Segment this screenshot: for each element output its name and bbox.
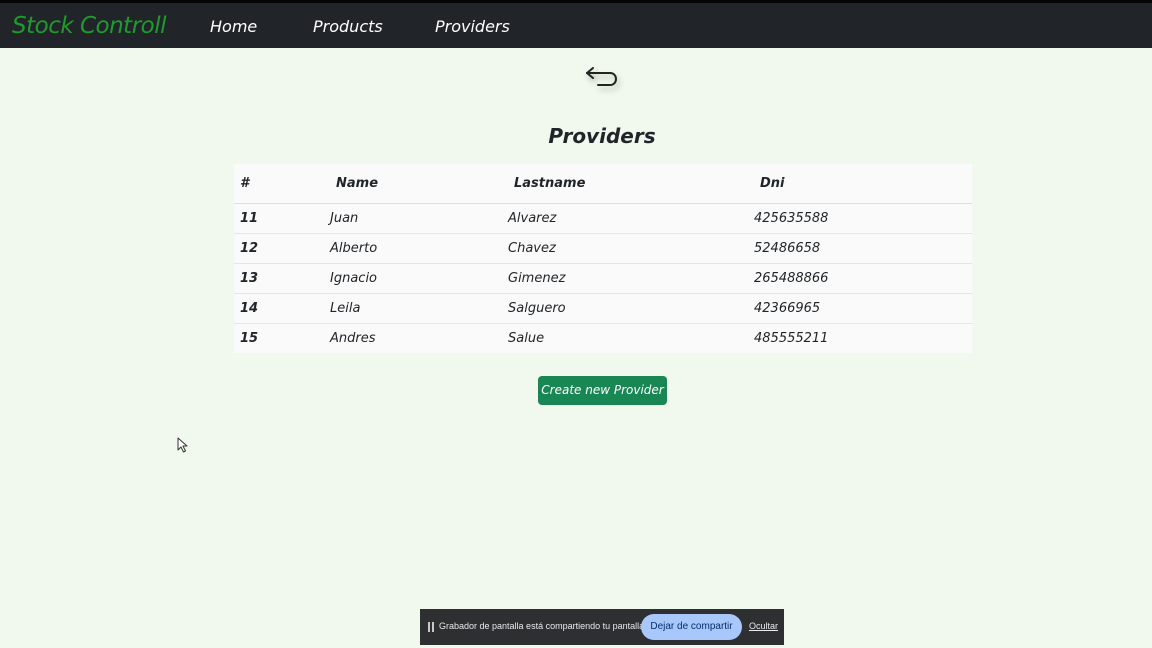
nav-products-link[interactable]: Products	[313, 17, 383, 36]
hide-link[interactable]: Ocultar	[749, 621, 778, 631]
cell-name: Juan	[330, 203, 508, 234]
nav-providers-link[interactable]: Providers	[435, 17, 510, 36]
nav-home-link[interactable]: Home	[210, 17, 257, 36]
cell-name: Andres	[330, 331, 376, 346]
cell-id: 14	[234, 293, 330, 324]
cell-lastname: Chavez	[508, 233, 754, 264]
table-row: 12 Alberto Chavez 52486658	[234, 233, 972, 264]
cell-id: 15	[240, 331, 259, 346]
cell-lastname: Gimenez	[508, 263, 754, 294]
cell-id: 12	[234, 233, 330, 264]
cell-dni: 42366965	[754, 293, 972, 324]
header-name: Name	[330, 164, 508, 204]
cell-id: 11	[234, 203, 330, 234]
table-row: 14 Leila Salguero 42366965	[234, 293, 972, 324]
screen-share-bar: Grabador de pantalla está compartiendo t…	[420, 609, 784, 645]
cell-dni: 265488866	[754, 263, 972, 294]
table-row: 11 Juan Alvarez 425635588	[234, 203, 972, 234]
back-arrow-icon[interactable]	[580, 58, 626, 94]
header-lastname: Lastname	[508, 164, 754, 204]
header-id: #	[234, 164, 330, 204]
pause-icon	[428, 622, 434, 632]
cell-dni: 52486658	[754, 233, 972, 264]
cell-lastname: Salue	[508, 331, 545, 346]
cell-id: 13	[234, 263, 330, 294]
header-dni: Dni	[754, 164, 972, 204]
page-title: Providers	[548, 124, 656, 148]
cell-lastname: Alvarez	[508, 203, 754, 234]
table-row: 15 Andres Salue 485555211	[234, 324, 972, 354]
brand-logo[interactable]: Stock Controll	[12, 13, 167, 39]
mouse-cursor-icon	[177, 437, 189, 453]
create-provider-button[interactable]: Create new Provider	[538, 376, 667, 405]
cell-dni: 485555211	[754, 331, 829, 346]
providers-table: # Name Lastname Dni 11 Juan Alvarez 4256…	[234, 164, 972, 353]
top-navbar: Stock Controll Home Products Providers	[0, 0, 1152, 48]
cell-name: Ignacio	[330, 263, 508, 294]
cell-dni: 425635588	[754, 203, 972, 234]
stop-sharing-button[interactable]: Dejar de compartir	[641, 614, 742, 640]
table-header-row: # Name Lastname Dni	[234, 164, 972, 204]
cell-name: Leila	[330, 293, 508, 324]
share-message: Grabador de pantalla está compartiendo t…	[439, 621, 647, 631]
cell-name: Alberto	[330, 233, 508, 264]
cell-lastname: Salguero	[508, 293, 754, 324]
table-row: 13 Ignacio Gimenez 265488866	[234, 263, 972, 294]
